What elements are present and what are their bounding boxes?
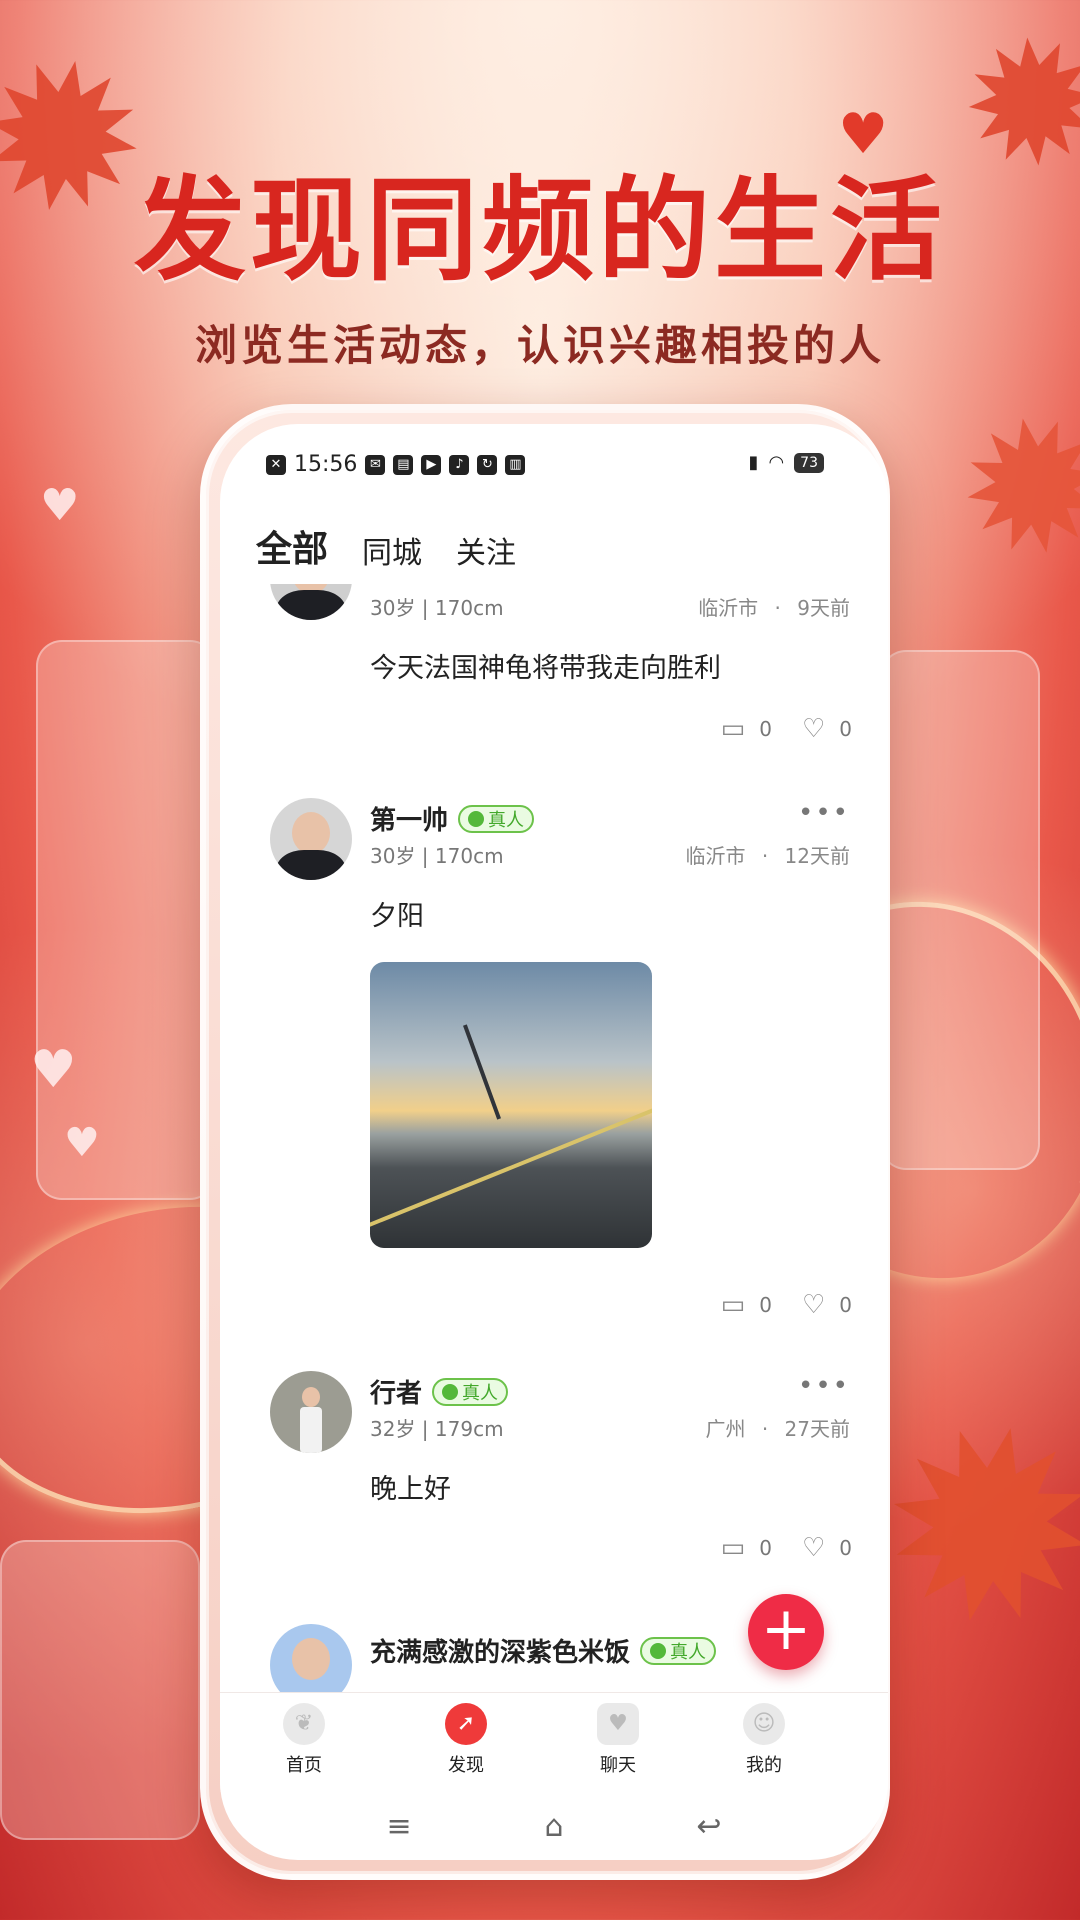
feed-tabs: 全部 同城 关注 [256,520,516,572]
avatar[interactable] [270,1371,352,1453]
decor-card-left [36,640,216,1200]
back-icon[interactable]: ↩ [696,1809,721,1844]
notification-icon: ✕ [266,454,286,475]
avatar[interactable] [270,1624,352,1692]
status-bar: ✕ 15:56 ✉ ▤ ▶ ♪ ↻ ▥ ▮ ◠ 73 [220,424,888,504]
more-options-button[interactable]: ••• [798,798,850,828]
promo-subline: 浏览生活动态，认识兴趣相投的人 [194,321,885,370]
decor-card-bottom-left [0,1540,200,1840]
chat-icon: ♥ [597,1703,639,1745]
sync-icon: ↻ [477,454,498,475]
status-time: 15:56 [294,452,358,477]
comment-icon[interactable]: ▭ [721,714,746,744]
comment-count: 0 [759,1536,772,1560]
verified-badge: 真人 [640,1636,717,1665]
nav-home[interactable]: ❦ 首页 [254,1703,354,1777]
avatar[interactable] [270,798,352,880]
menu-icon[interactable]: ≡ [386,1809,411,1844]
nav-chat[interactable]: ♥ 聊天 [568,1703,668,1777]
tiktok-icon: ♪ [449,454,470,475]
verified-badge: 真人 [432,1377,509,1406]
post-photo[interactable] [370,962,652,1248]
decor-card-right [880,650,1040,1170]
comment-icon[interactable]: ▭ [721,1290,746,1320]
post-meta: 32岁 | 179cm [370,1417,504,1441]
heart-icon: ♥ [30,1040,77,1100]
verified-icon [468,810,485,827]
app-icon: ▤ [393,454,414,475]
like-count: 0 [839,717,852,741]
like-count: 0 [839,1536,852,1560]
home-leaf-icon: ❦ [283,1703,325,1745]
comment-count: 0 [759,717,772,741]
home-icon[interactable]: ⌂ [544,1809,563,1844]
post-location-time: 临沂市 · 12天前 [685,844,850,868]
tab-same-city[interactable]: 同城 [362,528,422,572]
post-location-time: 临沂市 · 9天前 [698,596,850,620]
nav-profile[interactable]: ☺ 我的 [714,1703,814,1777]
heart-icon: ♥ [64,1120,100,1166]
tab-all[interactable]: 全部 [256,520,331,572]
user-name[interactable]: 第一帅 [370,800,448,837]
verified-icon [650,1642,667,1659]
verified-badge: 真人 [458,804,535,833]
like-heart-icon[interactable]: ♡ [802,1290,825,1320]
user-name[interactable]: 充满感激的深紫色米饭 [370,1632,630,1669]
video-icon: ▶ [421,454,442,475]
message-icon: ✉ [365,454,386,475]
like-heart-icon[interactable]: ♡ [802,1533,825,1563]
plus-icon: + [760,1594,812,1664]
vibrate-icon: ▮ [748,452,759,473]
nav-discover[interactable]: ➚ 发现 [416,1703,516,1777]
avatar[interactable] [270,584,352,620]
more-options-button[interactable]: ••• [798,1371,850,1401]
tab-following[interactable]: 关注 [456,528,516,572]
post-feed: 30岁 | 170cm 临沂市 · 9天前 今天法国神龟将带我走向胜利 ▭ 0 … [220,584,888,1692]
post-meta: 30岁 | 170cm [370,596,504,620]
heart-icon: ♥ [40,480,80,531]
comment-icon[interactable]: ▭ [721,1533,746,1563]
battery-indicator: 73 [794,452,824,473]
comment-count: 0 [759,1293,772,1317]
post-meta: 30岁 | 170cm [370,844,504,868]
profile-icon: ☺ [743,1703,785,1745]
like-heart-icon[interactable]: ♡ [802,714,825,744]
bottom-navigation: ❦ 首页 ➚ 发现 ♥ 聊天 ☺ 我的 [220,1692,888,1792]
book-icon: ▥ [505,454,526,475]
user-name[interactable]: 行者 [370,1373,422,1410]
like-count: 0 [839,1293,852,1317]
system-navigation-bar: ≡ ⌂ ↩ [220,1792,888,1860]
post-text: 夕阳 [370,901,424,932]
create-post-button[interactable]: + [748,1594,824,1670]
verified-icon [442,1383,459,1400]
compass-icon: ➚ [445,1703,487,1745]
post-text: 今天法国神龟将带我走向胜利 [370,653,721,684]
post-location-time: 广州 · 27天前 [705,1417,850,1441]
post-text: 晚上好 [370,1474,451,1505]
promo-headline: 发现同频的生活 [134,165,946,296]
heart-icon: ♥ [838,102,889,167]
wifi-icon: ◠ [768,452,785,473]
